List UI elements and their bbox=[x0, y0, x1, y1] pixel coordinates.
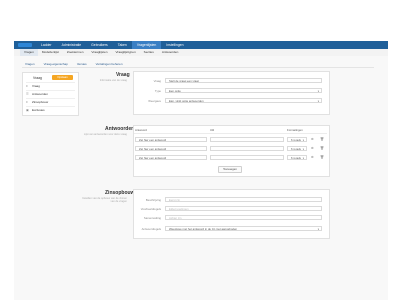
delete-icon[interactable]: 🗑 bbox=[320, 146, 324, 150]
subnav-item-modellenlijst[interactable]: Modellenlijst bbox=[38, 49, 63, 56]
tab-divider bbox=[22, 67, 374, 68]
zinsopbouw-section-description: Instellen van de opbouw van de zinnen va… bbox=[82, 197, 127, 203]
answer-input[interactable]: Zet hier een antwoord bbox=[135, 146, 207, 151]
voorbeeldregels-input[interactable]: Elderregelingen bbox=[165, 206, 322, 211]
vraag-section-description: Informatie van de vraag bbox=[99, 79, 127, 82]
samenvatting-input[interactable]: Achter zin bbox=[165, 215, 322, 220]
sidebar-item-zinsopbouw[interactable]: ≡ Zinsopbouw bbox=[26, 98, 75, 106]
sidebar-item-label: Zinsopbouw bbox=[32, 100, 49, 104]
sidebar-item-label: Antwoorden bbox=[32, 92, 49, 96]
app-logo[interactable] bbox=[18, 43, 32, 47]
top-navigation-bar: Ladder Administratie Gebruikers Taken Vr… bbox=[14, 41, 388, 49]
answer-input[interactable]: Zet hier een antwoord bbox=[135, 155, 207, 160]
nav-item-administratie[interactable]: Administratie bbox=[57, 41, 87, 49]
format-select-value: 6 regels bbox=[291, 156, 301, 160]
antwoorden-section-title: Antwoorden bbox=[105, 126, 135, 132]
vraag-section-title: Vraag bbox=[116, 72, 130, 78]
delete-icon[interactable]: 🗑 bbox=[320, 137, 324, 141]
field-label-type: Type bbox=[154, 89, 161, 93]
chevron-down-icon: ▾ bbox=[317, 100, 319, 103]
format-select[interactable]: 6 regels ▾ bbox=[287, 155, 307, 160]
answer-uitl-input[interactable] bbox=[210, 137, 284, 142]
settings-icon[interactable]: ⚙ bbox=[311, 137, 314, 141]
nav-item-ladder[interactable]: Ladder bbox=[36, 41, 57, 49]
field-label-beschrijving: Beschrijving bbox=[145, 198, 161, 202]
zinsopbouw-section-title: Zinsopbouw bbox=[105, 190, 135, 196]
column-header-uitl: Uitl bbox=[210, 128, 215, 132]
table-header-divider bbox=[134, 133, 327, 134]
chevron-down-icon: ▾ bbox=[317, 228, 319, 231]
sidebar-title: Vraag bbox=[33, 76, 42, 80]
field-label-antwoordregels: Antwoordregels bbox=[141, 227, 161, 231]
tab-vertalingen[interactable]: Vertalingen beheren bbox=[96, 62, 123, 66]
tab-vraag-eigenschap[interactable]: Vraag-eigenschap bbox=[44, 62, 68, 66]
nav-item-vragenlijsten[interactable]: Vragenlijsten bbox=[131, 41, 162, 49]
type-select[interactable]: Een optie ▾ bbox=[165, 88, 322, 93]
field-label-weergave: Weergave bbox=[148, 99, 161, 103]
subnav-item-antwoorden[interactable]: Antwoorden bbox=[158, 49, 183, 56]
antwoorden-section-description: Lijst van antwoorden voor deze vraag bbox=[83, 133, 127, 136]
subnav-item-zoektermen[interactable]: Zoektermen bbox=[63, 49, 88, 56]
weergave-select-value: Eén, vinkt optie antwoorden bbox=[169, 99, 204, 103]
tab-vragen[interactable]: Vragen bbox=[25, 62, 35, 66]
subnav-item-secties[interactable]: Secties bbox=[140, 49, 158, 56]
page-tabs: Vragen Vraag-eigenschap Versies Vertalin… bbox=[25, 62, 132, 66]
format-select[interactable]: 6 regels ▾ bbox=[287, 137, 307, 142]
format-select-value: 6 regels bbox=[291, 147, 301, 151]
sidebar-item-antwoorden[interactable]: ☰ Antwoorden bbox=[26, 90, 75, 98]
format-select[interactable]: 6 regels ▾ bbox=[287, 146, 307, 151]
subnav-item-vraaglijsttypen[interactable]: Vraaglijsttypen bbox=[111, 49, 139, 56]
sidebar-item-label: Vraag bbox=[32, 84, 40, 88]
weergave-select[interactable]: Eén, vinkt optie antwoorden ▾ bbox=[165, 98, 322, 103]
antwoordregels-select[interactable]: Weergave met het antwoord in de zin met … bbox=[165, 226, 322, 231]
sidebar-item-label: Exclusies bbox=[32, 108, 45, 112]
chevron-down-icon: ▾ bbox=[302, 148, 304, 151]
sidebar-item-vraag[interactable]: ≡ Vraag bbox=[26, 82, 75, 90]
type-select-value: Een optie bbox=[169, 89, 181, 93]
top-nav-items: Ladder Administratie Gebruikers Taken Vr… bbox=[36, 41, 188, 49]
delete-icon[interactable]: 🗑 bbox=[320, 155, 324, 159]
chevron-down-icon: ▾ bbox=[302, 139, 304, 142]
sidebar-item-exclusies[interactable]: ▣ Exclusies bbox=[26, 106, 75, 114]
nav-item-gebruikers[interactable]: Gebruikers bbox=[86, 41, 113, 49]
field-label-voorbeeldregels: Voorbeeldregels bbox=[140, 207, 161, 211]
settings-icon[interactable]: ⚙ bbox=[311, 146, 314, 150]
field-label-samenvatting: Samenvatting bbox=[143, 216, 161, 220]
settings-icon[interactable]: ⚙ bbox=[311, 155, 314, 159]
save-button[interactable]: Opslaan bbox=[52, 75, 73, 80]
answer-uitl-input[interactable] bbox=[210, 146, 284, 151]
sidebar-card: Vraag Opslaan ≡ Vraag ☰ Antwoorden ≡ Zinsop… bbox=[22, 72, 79, 116]
answer-uitl-input[interactable] bbox=[210, 155, 284, 160]
add-answer-button[interactable]: Toevoegen bbox=[218, 166, 242, 173]
answer-input[interactable]: Zet hier een antwoord bbox=[135, 137, 207, 142]
column-header-formatingen: Formatingen bbox=[287, 128, 303, 132]
vraag-input[interactable]: Stelt de vraag een vraat bbox=[165, 78, 322, 83]
tab-versies[interactable]: Versies bbox=[77, 62, 87, 66]
chevron-down-icon: ▾ bbox=[317, 90, 319, 93]
antwoordregels-select-value: Weergave met het antwoord in de zin met … bbox=[169, 227, 238, 231]
chevron-down-icon: ▾ bbox=[302, 157, 304, 160]
nav-item-instellingen[interactable]: Instellingen bbox=[161, 41, 188, 49]
beschrijving-input[interactable]: Eerst zin bbox=[165, 197, 322, 202]
nav-item-taken[interactable]: Taken bbox=[113, 41, 132, 49]
subnav-item-vragen[interactable]: Vragen bbox=[20, 49, 38, 56]
column-header-antwoord: Antwoord bbox=[135, 128, 147, 132]
format-select-value: 6 regels bbox=[291, 138, 301, 142]
subnav-item-vraaglijsten[interactable]: Vraaglijsten bbox=[87, 49, 111, 56]
field-label-vraag: Vraag bbox=[153, 79, 161, 83]
